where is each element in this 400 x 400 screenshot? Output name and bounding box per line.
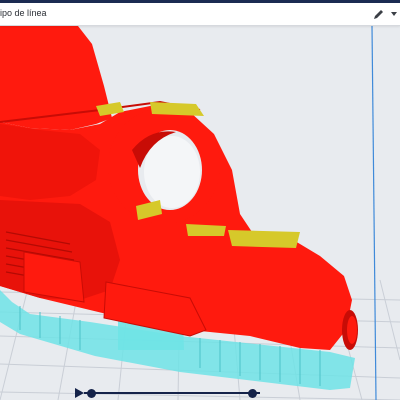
playback-track[interactable] bbox=[84, 392, 260, 394]
build-volume-edge bbox=[371, 25, 377, 400]
playback-end-handle[interactable] bbox=[248, 389, 258, 398]
line-type-bar[interactable]: ipo de línea bbox=[0, 0, 400, 26]
caret-down-icon[interactable] bbox=[389, 7, 399, 21]
pencil-icon[interactable] bbox=[372, 7, 384, 21]
playback-start-handle[interactable] bbox=[86, 389, 96, 398]
line-type-label: ipo de línea bbox=[0, 8, 47, 18]
gun-model[interactable] bbox=[0, 26, 358, 350]
3d-viewport[interactable]: ipo de línea bbox=[0, 0, 400, 400]
layer-playback[interactable] bbox=[72, 386, 268, 400]
model-scene bbox=[0, 25, 400, 400]
